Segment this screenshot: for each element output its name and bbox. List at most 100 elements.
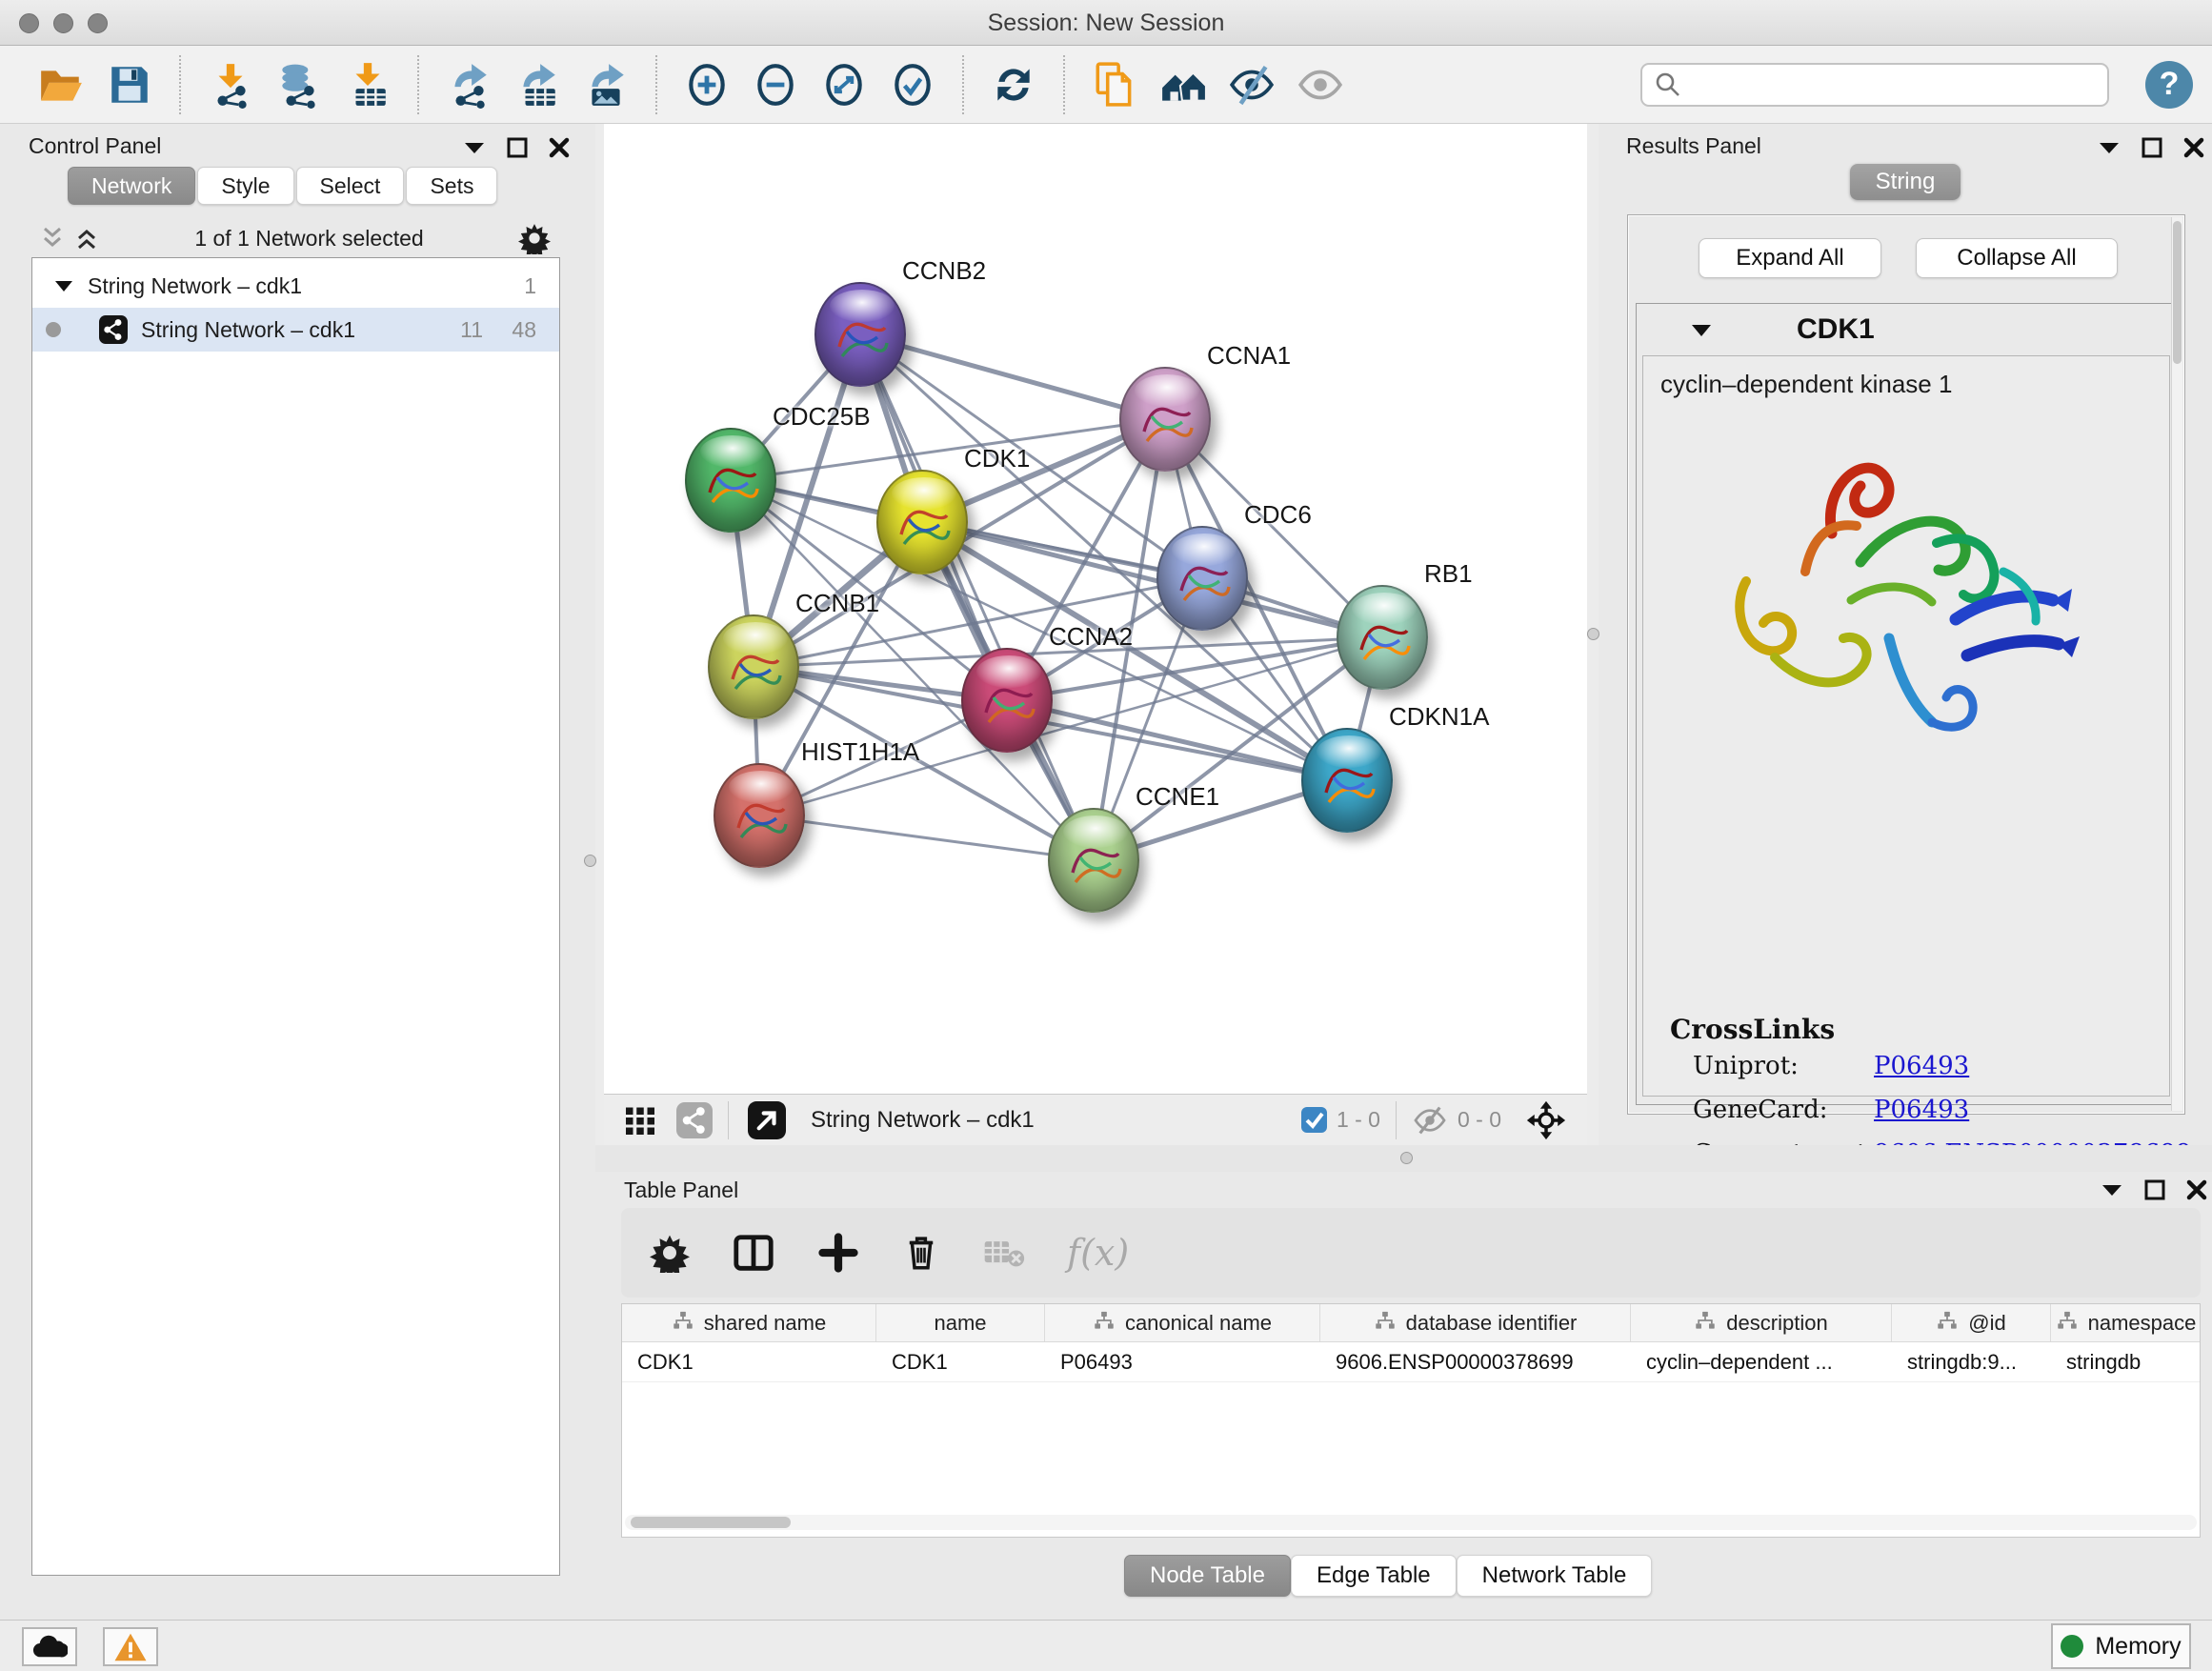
table-cell[interactable]: stringdb:9...	[1892, 1342, 2051, 1381]
close-panel-icon[interactable]	[549, 137, 570, 158]
column-header-description[interactable]: description	[1631, 1304, 1892, 1341]
collapse-all-button[interactable]: Collapse All	[1916, 238, 2118, 278]
collapse-all-icon[interactable]	[39, 225, 66, 252]
expand-all-button[interactable]: Expand All	[1699, 238, 1881, 278]
float-panel-icon[interactable]	[2142, 137, 2162, 158]
copy-documents-icon[interactable]	[1088, 58, 1141, 111]
network-options-gear-icon[interactable]	[518, 222, 551, 254]
column-header-database-identifier[interactable]: database identifier	[1320, 1304, 1631, 1341]
tab-node-table[interactable]: Node Table	[1124, 1555, 1291, 1597]
tab-network-table[interactable]: Network Table	[1457, 1555, 1653, 1597]
network-node-RB1[interactable]	[1337, 585, 1428, 690]
network-node-CDC25B[interactable]	[685, 428, 776, 533]
warning-status-button[interactable]	[103, 1627, 158, 1666]
expand-all-icon[interactable]	[73, 225, 100, 252]
import-network-icon[interactable]	[204, 58, 257, 111]
tab-select[interactable]: Select	[296, 167, 405, 205]
home-icon[interactable]	[1156, 58, 1210, 111]
network-node-HIST1H1A[interactable]	[714, 763, 805, 868]
collapse-panel-icon[interactable]	[2098, 140, 2121, 155]
table-horizontal-scrollbar[interactable]	[625, 1515, 2197, 1530]
table-cell[interactable]: CDK1	[876, 1342, 1045, 1381]
open-in-window-icon[interactable]	[748, 1101, 786, 1139]
crosslink-link[interactable]: P06493	[1874, 1052, 1969, 1080]
collapse-panel-icon[interactable]	[463, 140, 486, 155]
network-node-CDKN1A[interactable]	[1301, 728, 1393, 833]
node-table[interactable]: shared namenamecanonical namedatabase id…	[621, 1303, 2201, 1538]
node-label-CCNE1: CCNE1	[1136, 782, 1219, 812]
search-box[interactable]	[1640, 63, 2109, 107]
zoom-fit-icon[interactable]	[817, 58, 871, 111]
zoom-out-icon[interactable]	[749, 58, 802, 111]
tab-network[interactable]: Network	[68, 167, 195, 205]
results-scrollbar[interactable]	[2171, 217, 2182, 1111]
show-panels-icon[interactable]	[1294, 58, 1347, 111]
network-canvas[interactable]: CCNB2 CCNA1 CDC25B CDK1 CDC6 RB1	[604, 124, 1587, 1094]
export-table-icon[interactable]	[511, 58, 564, 111]
horizontal-divider[interactable]	[595, 1145, 2212, 1172]
network-node-CDC6[interactable]	[1156, 526, 1248, 631]
cloud-status-button[interactable]	[22, 1627, 77, 1666]
export-network-icon[interactable]	[442, 58, 495, 111]
network-node-CCNB1[interactable]	[708, 614, 799, 719]
crosslink-link[interactable]: P06493	[1874, 1096, 1969, 1124]
zoom-selected-icon[interactable]	[886, 58, 939, 111]
right-splitter-grip[interactable]	[1587, 628, 1599, 640]
table-row[interactable]: CDK1CDK1P064939606.ENSP00000378699cyclin…	[622, 1342, 2200, 1382]
delete-column-trash-icon[interactable]	[901, 1233, 941, 1273]
network-edge-CCNB2-CCNE1[interactable]	[860, 334, 1094, 860]
network-node-CCNA2[interactable]	[961, 648, 1053, 753]
network-edge-CCNA2-CDKN1A[interactable]	[1007, 700, 1347, 780]
column-header-name[interactable]: name	[876, 1304, 1045, 1341]
tab-sets[interactable]: Sets	[406, 167, 497, 205]
network-row-selected[interactable]: String Network – cdk1 11 48	[32, 308, 559, 352]
column-header--id[interactable]: @id	[1892, 1304, 2051, 1341]
table-settings-gear-icon[interactable]	[650, 1233, 690, 1273]
search-input[interactable]	[1682, 72, 2082, 97]
memory-button[interactable]: Memory	[2051, 1623, 2191, 1669]
gene-header[interactable]: CDK1	[1637, 304, 2176, 355]
network-edge-CCNE1-HIST1H1A[interactable]	[759, 815, 1094, 860]
close-panel-icon[interactable]	[2186, 1179, 2207, 1200]
column-header-canonical-name[interactable]: canonical name	[1045, 1304, 1320, 1341]
column-header-namespace[interactable]: namespace	[2051, 1304, 2201, 1341]
network-node-CDK1[interactable]	[876, 470, 968, 574]
pan-crosshair-icon[interactable]	[1526, 1100, 1566, 1140]
add-column-icon[interactable]	[817, 1232, 859, 1274]
close-panel-icon[interactable]	[2183, 137, 2204, 158]
selected-checkbox-icon[interactable]	[1301, 1107, 1327, 1133]
gene-expander-icon[interactable]	[1690, 322, 1713, 338]
left-splitter-grip[interactable]	[584, 855, 596, 867]
hide-panels-icon[interactable]	[1225, 58, 1278, 111]
import-table-icon[interactable]	[341, 58, 394, 111]
string-view-icon[interactable]	[676, 1102, 713, 1138]
tab-string[interactable]: String	[1850, 164, 1961, 200]
float-panel-icon[interactable]	[2144, 1179, 2165, 1200]
bottom-splitter-grip[interactable]	[1400, 1152, 1413, 1164]
table-cell[interactable]: CDK1	[622, 1342, 876, 1381]
table-cell[interactable]: stringdb	[2051, 1342, 2201, 1381]
network-node-CCNB2[interactable]	[814, 282, 906, 387]
tab-edge-table[interactable]: Edge Table	[1291, 1555, 1457, 1597]
collapse-panel-icon[interactable]	[2101, 1182, 2123, 1198]
export-image-icon[interactable]	[579, 58, 633, 111]
tab-style[interactable]: Style	[197, 167, 293, 205]
import-database-icon[interactable]	[272, 58, 326, 111]
table-cell[interactable]: cyclin–dependent ...	[1631, 1342, 1892, 1381]
network-node-CCNA1[interactable]	[1119, 367, 1211, 472]
open-session-icon[interactable]	[34, 58, 88, 111]
table-cell[interactable]: 9606.ENSP00000378699	[1320, 1342, 1631, 1381]
zoom-in-icon[interactable]	[680, 58, 734, 111]
refresh-icon[interactable]	[987, 58, 1040, 111]
float-panel-icon[interactable]	[507, 137, 528, 158]
save-session-icon[interactable]	[103, 58, 156, 111]
network-node-CCNE1[interactable]	[1048, 808, 1139, 913]
help-button[interactable]: ?	[2145, 61, 2193, 109]
table-cell[interactable]: P06493	[1045, 1342, 1320, 1381]
network-collection-row[interactable]: String Network – cdk1 1	[32, 264, 559, 308]
grid-view-icon[interactable]	[623, 1103, 657, 1137]
scrollbar-thumb[interactable]	[631, 1517, 791, 1528]
column-header-shared-name[interactable]: shared name	[622, 1304, 876, 1341]
show-column-icon[interactable]	[732, 1231, 775, 1275]
tree-expander-icon[interactable]	[53, 278, 74, 293]
